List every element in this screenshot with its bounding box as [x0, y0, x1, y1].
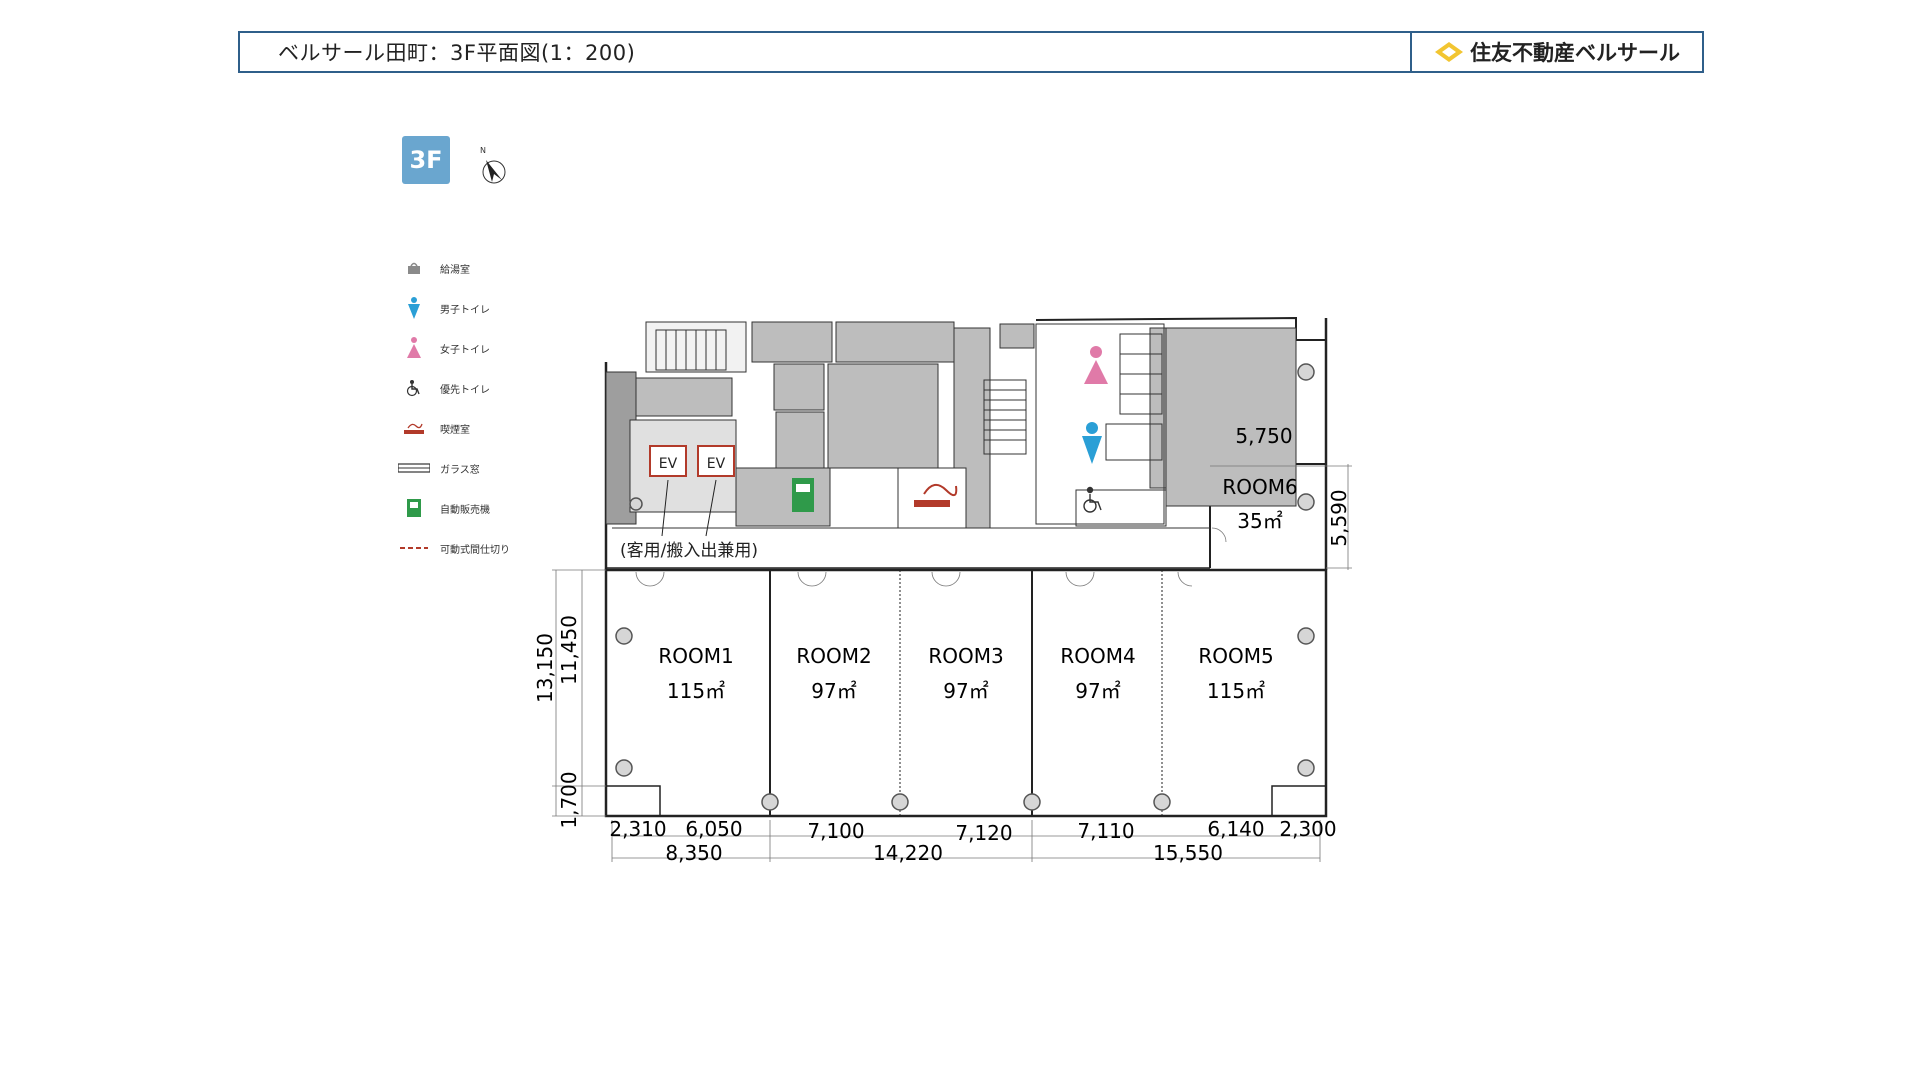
dim-bottom-1: 2,310	[609, 817, 666, 841]
room6-area: 35㎡	[1237, 509, 1282, 533]
room1-area: 115㎡	[667, 679, 725, 703]
dim-span-2: 14,220	[873, 841, 943, 865]
room4-name: ROOM4	[1060, 644, 1135, 668]
dim-room6-width: 5,750	[1235, 424, 1292, 448]
smoking-room	[897, 467, 967, 529]
dim-bottom-2: 6,050	[685, 817, 742, 841]
dim-left-bottom: 1,700	[557, 771, 581, 828]
room5-name: ROOM5	[1198, 644, 1273, 668]
mens-restroom-icon	[1082, 422, 1102, 464]
dim-span-1: 8,350	[665, 841, 722, 865]
elevator-2-label: EV	[707, 456, 726, 472]
dim-left-total: 13,150	[533, 633, 557, 703]
dim-bottom-6: 6,140	[1207, 817, 1264, 841]
elevator-1-label: EV	[659, 456, 678, 472]
dim-bottom-4: 7,120	[955, 821, 1012, 845]
vending-machine-icon	[792, 478, 814, 512]
dim-room6-depth: 5,590	[1327, 489, 1351, 546]
floor-plan: EV EV (客用/搬入出兼用) ROOM1 115㎡ ROOM2 97㎡ RO…	[533, 316, 1352, 865]
room6-name: ROOM6	[1222, 475, 1297, 499]
dim-bottom-3: 7,100	[807, 819, 864, 843]
room2-name: ROOM2	[796, 644, 871, 668]
elevator-note: (客用/搬入出兼用)	[620, 541, 758, 561]
room5-area: 115㎡	[1207, 679, 1265, 703]
dim-bottom-7: 2,300	[1279, 817, 1336, 841]
room1-name: ROOM1	[658, 644, 733, 668]
accessible-restroom-icon	[1083, 486, 1102, 513]
room3-name: ROOM3	[928, 644, 1003, 668]
dim-bottom-5: 7,110	[1077, 819, 1134, 843]
room2-area: 97㎡	[811, 679, 856, 703]
room3-area: 97㎡	[943, 679, 988, 703]
dim-span-3: 15,550	[1153, 841, 1223, 865]
womens-restroom-icon	[1084, 346, 1108, 384]
dim-left-rooms: 11,450	[557, 615, 581, 685]
room4-area: 97㎡	[1075, 679, 1120, 703]
